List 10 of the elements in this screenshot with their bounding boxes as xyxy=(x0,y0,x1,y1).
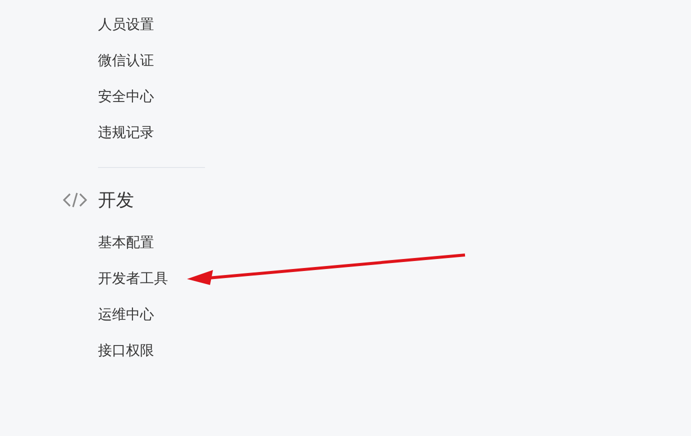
menu-item[interactable]: 开发者工具 xyxy=(98,261,168,297)
menu-item[interactable]: 微信认证 xyxy=(98,43,154,79)
menu-item[interactable]: 运维中心 xyxy=(98,297,154,333)
menu-item[interactable]: 基本配置 xyxy=(98,225,154,261)
menu-item[interactable]: 违规记录 xyxy=(98,115,154,151)
menu-item[interactable]: 接口权限 xyxy=(98,333,154,369)
code-icon xyxy=(63,192,87,208)
section-title: 开发 xyxy=(98,189,134,212)
menu-item[interactable]: 人员设置 xyxy=(98,7,154,43)
menu-item[interactable]: 安全中心 xyxy=(98,79,154,115)
